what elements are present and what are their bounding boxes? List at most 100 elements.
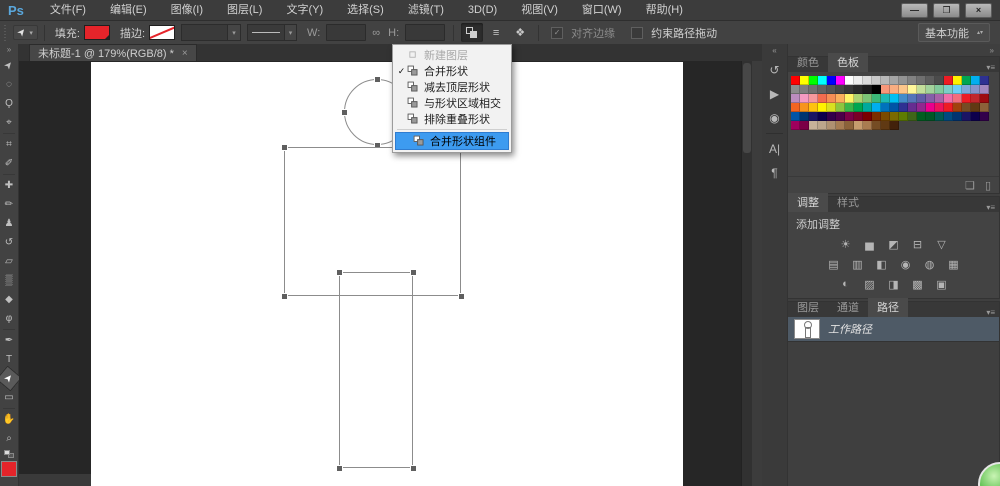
path-anchor-point[interactable] (337, 466, 342, 471)
panel-menu-icon[interactable]: ▾≡ (986, 63, 999, 72)
color-swatch[interactable] (881, 76, 890, 85)
color-swatch[interactable] (935, 76, 944, 85)
small-rectangle-path[interactable] (339, 272, 413, 468)
actions-panel-icon[interactable]: ▶ (762, 82, 787, 106)
black-white-icon[interactable]: ◧ (873, 257, 890, 271)
color-swatch[interactable] (935, 85, 944, 94)
selective-color-icon[interactable]: ▣ (933, 277, 950, 291)
color-swatch[interactable] (791, 112, 800, 121)
color-swatch[interactable] (881, 85, 890, 94)
color-swatch[interactable] (890, 112, 899, 121)
color-swatch[interactable] (809, 121, 818, 130)
path-anchor-point[interactable] (282, 145, 287, 150)
color-swatch[interactable] (917, 112, 926, 121)
color-swatch[interactable] (800, 76, 809, 85)
paths-tab[interactable]: 通道 (828, 298, 868, 317)
menu-item-h[interactable]: 帮助(H) (634, 0, 695, 20)
color-swatch[interactable] (854, 112, 863, 121)
menu-item-t[interactable]: 滤镜(T) (396, 0, 456, 20)
gradient-tool[interactable]: ▒ (0, 271, 18, 290)
color-swatch[interactable] (953, 103, 962, 112)
color-swatch[interactable] (980, 112, 989, 121)
color-swatch[interactable] (881, 103, 890, 112)
path-anchor-point[interactable] (342, 110, 347, 115)
color-swatch[interactable] (827, 103, 836, 112)
lasso-tool[interactable]: Ϙ (0, 94, 18, 113)
color-swatch[interactable] (818, 76, 827, 85)
swatches-tab[interactable]: 颜色 (788, 53, 828, 72)
photo-filter-icon[interactable]: ◉ (897, 257, 914, 271)
gradient-map-icon[interactable]: ▩ (909, 277, 926, 291)
align-edges-checkbox[interactable]: ✓ 对齐边缘 (551, 25, 619, 41)
menu-item-f[interactable]: 文件(F) (38, 0, 98, 20)
menu-item-subtract-front-shape[interactable]: 减去顶层形状 (393, 79, 511, 95)
path-anchor-point[interactable] (375, 77, 380, 82)
expand-panels-icon[interactable]: « (772, 44, 776, 58)
path-operations-button[interactable] (461, 23, 483, 42)
color-swatch[interactable] (845, 103, 854, 112)
color-swatch[interactable] (953, 112, 962, 121)
color-swatch[interactable] (935, 103, 944, 112)
color-swatch[interactable] (845, 76, 854, 85)
zoom-tool[interactable]: ⌕ (0, 429, 18, 448)
color-swatch[interactable] (836, 94, 845, 103)
color-swatch[interactable] (827, 94, 836, 103)
channel-mixer-icon[interactable]: ◍ (921, 257, 938, 271)
history-panel-icon[interactable]: ↺ (762, 58, 787, 82)
color-swatch[interactable] (863, 103, 872, 112)
color-swatch[interactable] (836, 112, 845, 121)
color-swatch[interactable] (809, 103, 818, 112)
quick-selection-tool[interactable]: ⌖ (0, 113, 18, 132)
clone-stamp-tool[interactable]: ♟ (0, 214, 18, 233)
color-swatch[interactable] (971, 76, 980, 85)
color-swatch[interactable] (818, 94, 827, 103)
color-swatch[interactable] (926, 85, 935, 94)
color-swatch[interactable] (872, 76, 881, 85)
color-swatch[interactable] (827, 112, 836, 121)
color-swatch[interactable] (908, 103, 917, 112)
color-swatch[interactable] (809, 94, 818, 103)
path-anchor-point[interactable] (282, 294, 287, 299)
path-anchor-point[interactable] (459, 294, 464, 299)
color-swatch[interactable] (791, 103, 800, 112)
color-swatch[interactable] (872, 85, 881, 94)
tool-preset-button[interactable]: ➤ ▾ (13, 25, 38, 40)
shape-width-input[interactable] (326, 24, 366, 41)
path-anchor-point[interactable] (337, 270, 342, 275)
color-swatch[interactable] (800, 85, 809, 94)
color-swatch[interactable] (917, 94, 926, 103)
link-dimensions-icon[interactable]: ∞ (372, 27, 380, 39)
color-swatch[interactable] (962, 112, 971, 121)
color-swatch[interactable] (953, 76, 962, 85)
menu-item-w[interactable]: 窗口(W) (570, 0, 634, 20)
color-swatch[interactable] (935, 112, 944, 121)
color-swatch[interactable] (971, 103, 980, 112)
color-swatch[interactable] (845, 85, 854, 94)
stroke-width-dropdown[interactable]: ▾ (181, 24, 241, 41)
color-swatch[interactable] (890, 76, 899, 85)
invert-icon[interactable]: ◐ (837, 277, 854, 291)
color-swatch[interactable] (854, 121, 863, 130)
color-lookup-icon[interactable]: ▦ (945, 257, 962, 271)
foreground-color-swatch[interactable] (1, 461, 17, 477)
pen-tool[interactable]: ✒ (0, 331, 18, 350)
stroke-style-dropdown[interactable]: ▾ (247, 24, 297, 41)
color-swatch[interactable] (836, 121, 845, 130)
panel-menu-icon[interactable]: ▾≡ (986, 308, 999, 317)
vibrance-icon[interactable]: ▽ (933, 237, 950, 251)
path-arrangement-button[interactable]: ❖ (509, 23, 531, 42)
color-swatch[interactable] (827, 76, 836, 85)
color-swatch[interactable] (836, 103, 845, 112)
color-swatch[interactable] (944, 103, 953, 112)
color-swatch[interactable] (908, 76, 917, 85)
color-swatch[interactable] (962, 76, 971, 85)
color-swatch[interactable] (980, 94, 989, 103)
color-swatch[interactable] (809, 85, 818, 94)
menu-item-3dd[interactable]: 3D(D) (456, 0, 509, 20)
color-balance-icon[interactable]: ▥ (849, 257, 866, 271)
color-swatch[interactable] (908, 85, 917, 94)
color-swatch[interactable] (845, 112, 854, 121)
color-swatch[interactable] (809, 76, 818, 85)
close-button[interactable]: × (965, 3, 992, 18)
color-swatch[interactable] (890, 85, 899, 94)
